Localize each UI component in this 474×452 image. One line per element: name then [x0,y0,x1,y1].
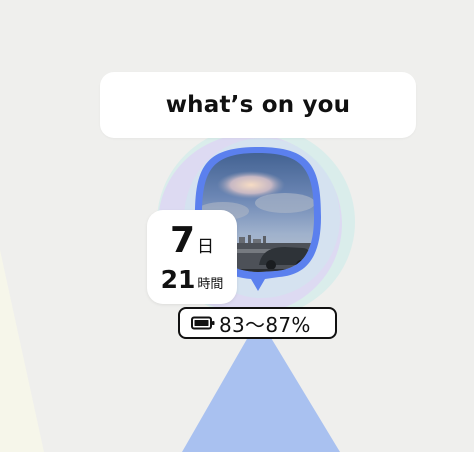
battery-range-text: 83～87% [219,312,311,337]
days-unit: 日 [197,237,215,257]
page-title: what’s on you [165,92,351,118]
hours-value: 21 [160,265,196,294]
map-view[interactable]: what’s on you 7日 21 時間 83～87% [0,0,474,452]
days-row: 7日 [147,220,237,261]
duration-badge: 7日 21 時間 [147,210,237,304]
battery-icon [191,316,215,330]
hours-unit: 時間 [197,277,224,292]
battery-badge: 83～87% [178,307,337,339]
days-value: 7 [169,220,196,261]
hours-row: 21 時間 [147,265,237,294]
title-card: what’s on you [100,72,416,138]
